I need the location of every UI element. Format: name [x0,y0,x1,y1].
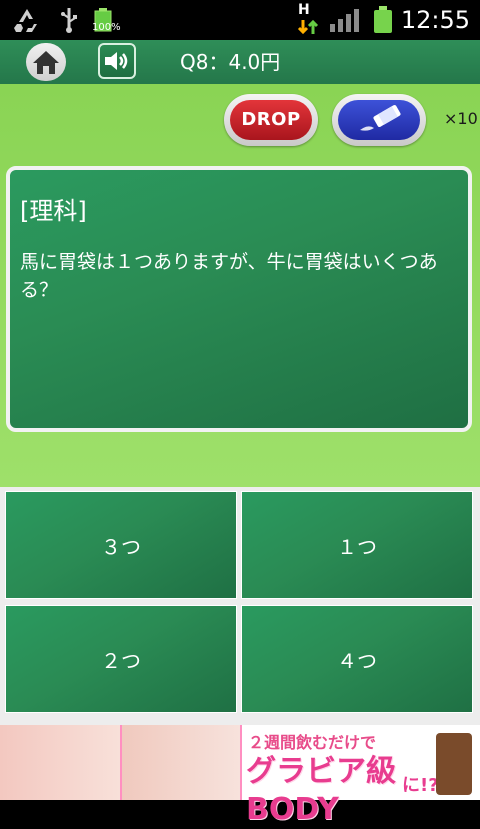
battery-large-icon [374,6,392,33]
ad-photo-2 [122,725,242,800]
drop-button[interactable]: DROP [224,94,318,146]
answer-option-4[interactable]: ４つ [241,605,473,713]
eraser-icon [360,105,401,131]
answer-option-2[interactable]: １つ [241,491,473,599]
usb-icon [61,8,77,33]
status-bar: 100% H 12:55 [0,0,480,40]
answer-label: ４つ [337,648,377,673]
ad-text-line3: に!? [402,775,439,796]
signal-icon [330,9,359,32]
question-board: [理科] 馬に胃袋は１つありますが、牛に胃袋はいくつある？ [6,166,472,432]
drop-button-face: DROP [230,100,312,140]
network-activity-icon [297,19,319,35]
question-text: 馬に胃袋は１つありますが、牛に胃袋はいくつある？ [20,251,438,301]
eraser-button[interactable] [332,94,426,146]
ad-text-line1: ２週間飲むだけで [248,733,377,752]
ad-banner[interactable]: ２週間飲むだけで グラビア級BODY に!? [0,725,480,827]
answers-grid: ３つ １つ ２つ ４つ [0,487,480,725]
product-bottle-image [436,733,472,795]
drop-label: DROP [241,109,301,130]
recycle-icon [14,9,37,32]
answer-option-1[interactable]: ３つ [5,491,237,599]
answer-label: １つ [337,534,377,559]
battery-percent: 100% [92,22,121,33]
home-button[interactable] [26,43,66,81]
network-label: H [298,2,310,18]
subject-label: [理科] [20,197,87,225]
answer-option-3[interactable]: ２つ [5,605,237,713]
question-panel: DROP ×10 [理科] 馬に胃袋は１つありますが、牛に胃袋はいくつある？ [0,84,480,487]
answer-label: ２つ [101,648,141,673]
answer-label: ３つ [101,534,141,559]
ad-photo-1 [0,725,122,800]
app-header: Q8：4.0円 [0,40,480,84]
clock: 12:55 [400,6,470,34]
sound-button[interactable] [98,43,136,79]
ad-text-headline: グラビア級BODY [246,754,396,827]
eraser-count: ×10 [444,109,478,128]
eraser-button-face [338,100,420,140]
question-progress: Q8：4.0円 [180,50,281,74]
speaker-icon [105,52,128,70]
home-icon [33,51,59,74]
